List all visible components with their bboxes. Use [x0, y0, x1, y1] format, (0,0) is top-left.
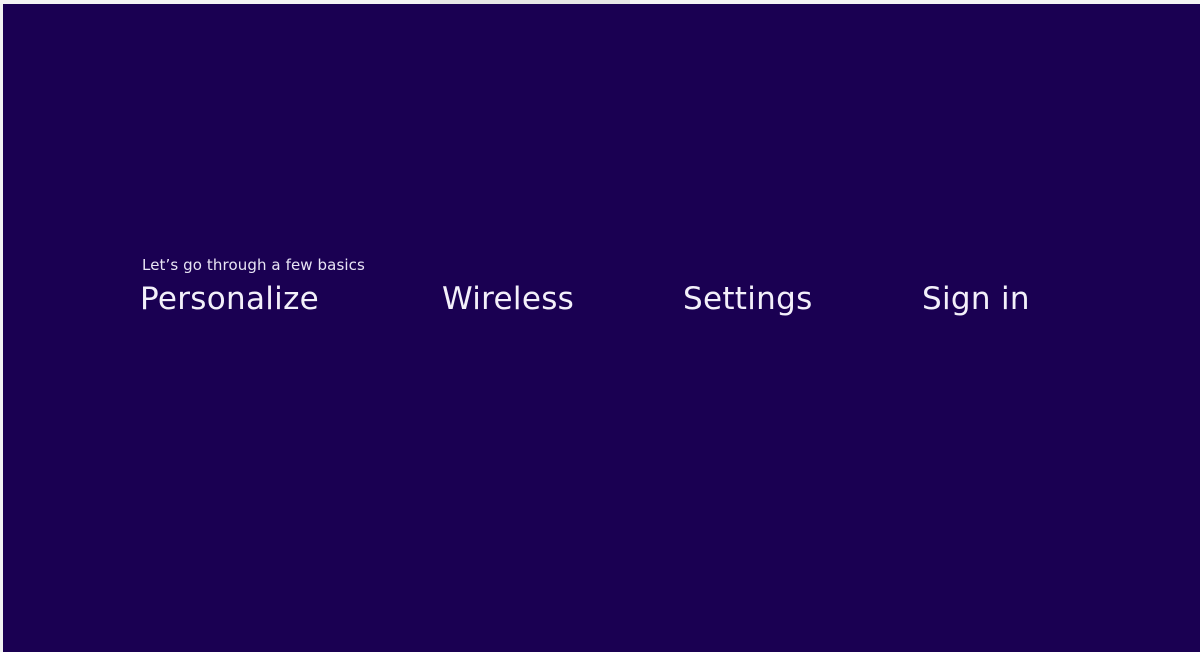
setup-steps: Personalize Wireless Settings Sign in — [140, 281, 1100, 331]
step-wireless: Wireless — [442, 281, 575, 317]
step-personalize: Personalize — [140, 281, 320, 317]
step-sign-in: Sign in — [922, 281, 1030, 317]
step-settings: Settings — [683, 281, 813, 317]
setup-subtitle: Let’s go through a few basics — [142, 256, 365, 274]
